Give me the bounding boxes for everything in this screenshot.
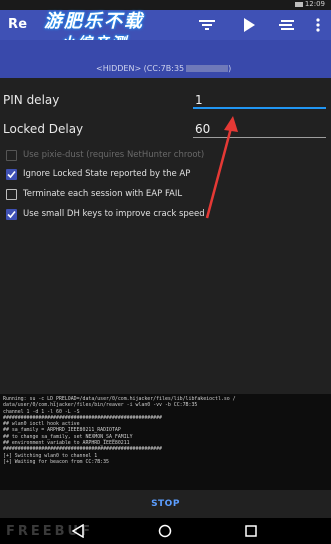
small-dh-checkbox[interactable] [6,208,17,220]
check-icon [7,170,16,178]
locked-delay-label: Locked Delay [3,122,84,136]
sort-button[interactable] [275,14,297,36]
console-line: ## wlan0 ioctl hook active [3,421,80,428]
more-vert-icon [316,18,320,32]
small-dh-label: Use small DH keys to improve crack speed [23,209,205,219]
console-line: ########################################… [3,446,162,453]
pin-delay-input[interactable] [193,91,326,109]
console-line: ########################################… [3,414,162,421]
home-icon [158,524,172,538]
ignore-locked-checkbox[interactable] [6,168,17,180]
filter-button[interactable] [196,14,218,36]
pixie-dust-checkbox [6,149,17,161]
ignore-locked-label: Ignore Locked State reported by the AP [23,169,191,179]
console-line: Running: su -c LD_PRELOAD=/data/user/0/c… [3,396,236,402]
console-line: data/user/0/com.hijacker/files/bin/reave… [3,402,198,409]
watermark-line-1: 游肥乐不载 [44,11,144,32]
pin-delay-label: PIN delay [3,93,60,107]
eap-fail-checkbox[interactable] [6,188,17,200]
battery-icon [295,2,303,7]
console-line: ## sa_family = ARPHRD_IEEE80211_RADIOTAP [3,427,121,434]
target-bssid-text: <HIDDEN> (CC:7B:35 [96,64,185,73]
redacted-block [186,65,229,72]
start-button[interactable] [238,14,260,36]
status-time: 12:09 [304,0,325,8]
pin-delay-field[interactable] [193,89,326,109]
system-nav-bar: FREEBUF [0,518,331,544]
console-line: channel 1 -d 1 -l 60 -L -S [3,408,80,415]
option-eap-fail[interactable]: Terminate each session with EAP FAIL [6,187,182,201]
locked-delay-input[interactable] [193,119,326,139]
locked-delay-field[interactable] [193,118,326,139]
home-button[interactable] [157,523,173,539]
status-bar: 12:09 [0,0,331,10]
back-button[interactable] [70,523,86,539]
option-small-dh[interactable]: Use small DH keys to improve crack speed [6,207,205,221]
console-line: ## environment variable to ARPHRD_IEEE80… [3,440,130,447]
target-bssid: <HIDDEN> (CC:7B:35) [96,64,232,73]
recents-button[interactable] [243,523,259,539]
play-icon [244,18,255,32]
option-pixie-dust: Use pixie-dust (requires NetHunter chroo… [6,148,204,162]
filter-icon [199,20,215,30]
back-icon [71,524,84,538]
pixie-dust-label: Use pixie-dust (requires NetHunter chroo… [23,150,205,160]
sort-icon [279,20,294,30]
overflow-menu-button[interactable] [307,14,329,36]
console-output: Running: su -c LD_PRELOAD=/data/user/0/c… [0,394,331,490]
console-line: [+] Switching wlan0 to channel 1 [3,452,98,459]
check-icon [7,210,16,218]
console-line: [+] Waiting for beacon from CC:7B:35 [3,458,109,465]
stop-button[interactable]: STOP [151,499,180,509]
console-text: Running: su -c LD_PRELOAD=/data/user/0/c… [3,396,328,465]
eap-fail-label: Terminate each session with EAP FAIL [23,189,183,199]
console-line: ## to change sa_family, set NEXMON_SA_FA… [3,433,133,440]
option-ignore-locked[interactable]: Ignore Locked State reported by the AP [6,167,190,181]
action-bar: STOP [0,490,331,518]
recents-icon [245,525,257,537]
